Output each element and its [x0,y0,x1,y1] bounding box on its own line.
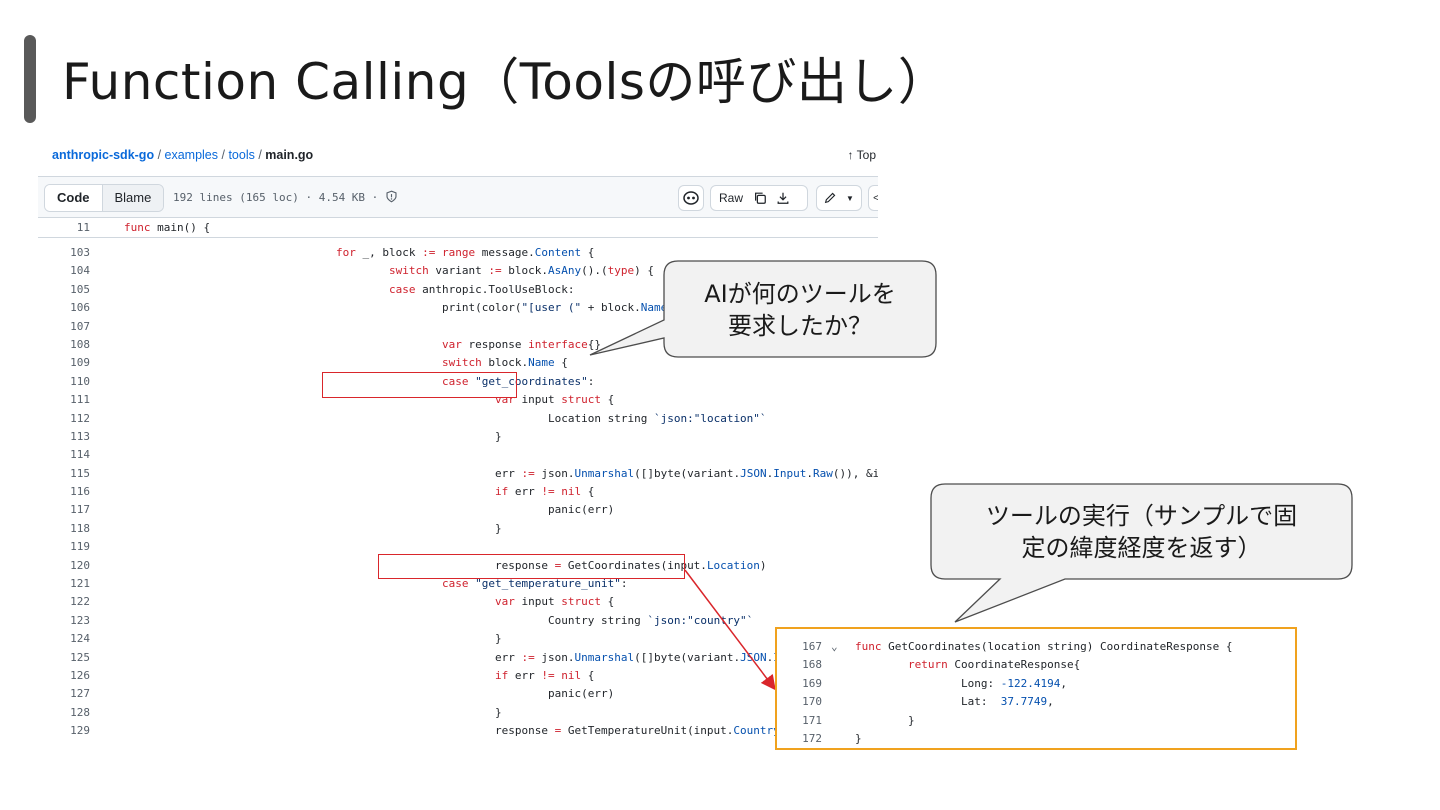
red-arrow [684,569,776,691]
line-number: 169 [802,676,822,690]
line-number: 171 [802,713,822,727]
callout-tool-exec: ツールの実行（サンプルで固 定の緯度経度を返す） [985,502,1298,562]
line-number: 172 [802,731,822,745]
line-number: 168 [802,658,822,672]
code-line: 170 Lat: 37.7749, [777,693,1295,711]
fold-chevron-icon[interactable]: ⌄ [831,638,838,656]
callout-ai-request: AIが何のツールを 要求したか？ [704,280,896,340]
line-number: 170 [802,695,822,709]
code-line: 167 ⌄ func GetCoordinates(location string)… [777,638,1295,656]
code-line: 168 return CoordinateResponse{ [777,656,1295,674]
inset-get-coordinates: 167 ⌄ func GetCoordinates(location string)… [775,627,1297,750]
code-text: func GetCoordinates(location string) Coo… [855,640,1233,653]
code-line: 171} [777,712,1295,730]
code-line: 172} [777,730,1295,748]
line-number: 167 [802,640,822,653]
code-text: Lat: 37.7749, [961,695,1054,709]
code-text: Long: -122.4194, [961,676,1067,690]
code-text: } [855,731,862,745]
code-line: 169 Long: -122.4194, [777,675,1295,693]
code-text: return CoordinateResponse{ [908,658,1081,672]
code-text: } [908,713,915,727]
